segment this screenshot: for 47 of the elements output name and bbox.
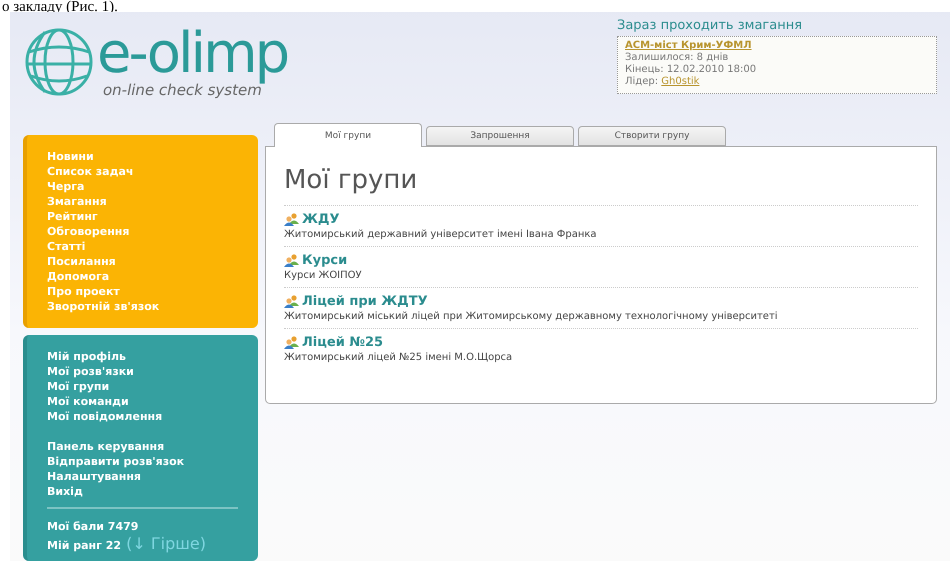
menu-item[interactable]: Панель керування: [47, 439, 238, 454]
menu-item[interactable]: Список задач: [47, 164, 238, 179]
menu-item[interactable]: Про проект: [47, 284, 238, 299]
tab[interactable]: Створити групу: [578, 126, 726, 146]
contest-heading: Зараз проходить змагання: [617, 18, 804, 33]
tab[interactable]: Мої групи: [274, 123, 422, 147]
points-text: Мої бали 7479: [47, 519, 140, 534]
menu-item[interactable]: Рейтинг: [47, 209, 238, 224]
rank-change: (↓ Гірше): [126, 534, 206, 553]
menu-item[interactable]: Мої розв'язки: [47, 364, 238, 379]
tab[interactable]: Запрошення: [426, 126, 574, 146]
logo-text: e-olimp: [97, 26, 288, 82]
globe-icon: [23, 26, 95, 98]
contest-end: Кінець: 12.02.2010 18:00: [625, 64, 756, 76]
menu-item[interactable]: Вихід: [47, 484, 238, 499]
users-icon: [284, 295, 299, 308]
contest-link[interactable]: ACM-міст Крим-УФМЛ: [625, 40, 752, 52]
menu-item[interactable]: Обговорення: [47, 224, 238, 239]
users-icon: [284, 254, 299, 267]
menu-item[interactable]: Налаштування: [47, 469, 238, 484]
menu-item[interactable]: Відправити розв'язок: [47, 454, 238, 469]
menu-item[interactable]: Змагання: [47, 194, 238, 209]
menu-item[interactable]: Новини: [47, 149, 238, 164]
menu-item[interactable]: Мій профіль: [47, 349, 238, 364]
group-description: Житомирський державний університет імені Івана Франка: [284, 229, 597, 240]
group-description: Житомирський міський ліцей при Житомирському державному технологічному університеті: [284, 311, 778, 322]
menu-item[interactable]: Зворотній зв'язок: [47, 299, 238, 314]
group-description: Курси ЖОІПОУ: [284, 270, 362, 281]
group-link[interactable]: Ліцей при ЖДТУ: [284, 294, 428, 309]
users-icon: [284, 336, 299, 349]
users-icon: [284, 213, 299, 226]
group-link[interactable]: Ліцей №25: [284, 335, 384, 350]
menu-item[interactable]: Посилання: [47, 254, 238, 269]
menu-item[interactable]: Мої команди: [47, 394, 238, 409]
rank-text: Мій ранг 22: [47, 539, 122, 552]
menu-item[interactable]: Мої групи: [47, 379, 238, 394]
group-description: Житомирський ліцей №25 імені М.О.Щорса: [284, 352, 512, 363]
menu-item[interactable]: Черга: [47, 179, 238, 194]
page-title: Мої групи: [284, 165, 418, 195]
contest-remaining: Залишилося: 8 днів: [625, 52, 728, 64]
leader-link[interactable]: Gh0stik: [661, 76, 700, 87]
leader-label: Лідер:: [625, 76, 658, 87]
menu-item[interactable]: Допомога: [47, 269, 238, 284]
menu-item[interactable]: Статті: [47, 239, 238, 254]
group-link[interactable]: Курси: [284, 253, 348, 268]
menu-item[interactable]: Мої повідомлення: [47, 409, 238, 424]
group-link[interactable]: ЖДУ: [284, 212, 340, 227]
